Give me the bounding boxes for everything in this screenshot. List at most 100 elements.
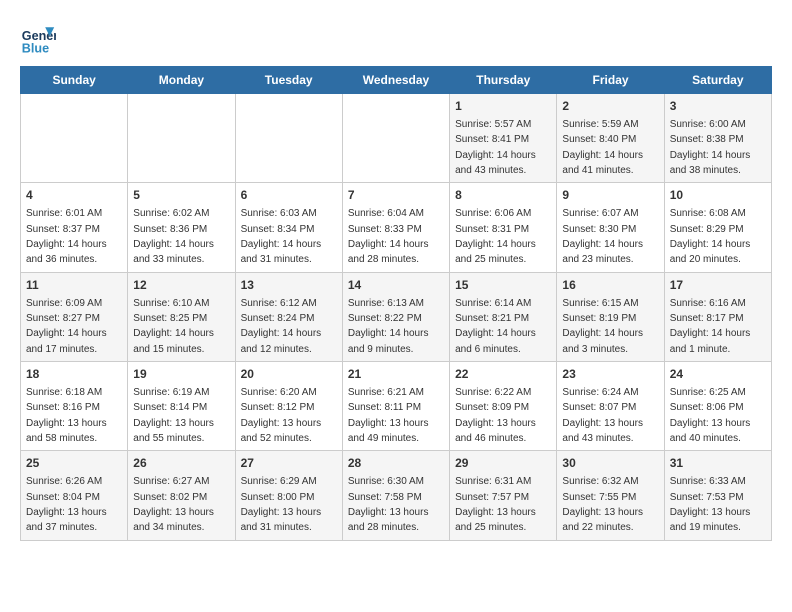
day-info: Sunrise: 5:57 AM Sunset: 8:41 PM Dayligh… [455, 119, 536, 176]
day-info: Sunrise: 6:10 AM Sunset: 8:25 PM Dayligh… [133, 298, 214, 355]
day-info: Sunrise: 6:29 AM Sunset: 8:00 PM Dayligh… [241, 476, 322, 533]
calendar-cell [21, 94, 128, 183]
day-number: 24 [670, 366, 766, 383]
calendar-cell: 6 Sunrise: 6:03 AM Sunset: 8:34 PM Daylig… [235, 183, 342, 272]
day-info: Sunrise: 6:08 AM Sunset: 8:29 PM Dayligh… [670, 208, 751, 265]
calendar-cell [235, 94, 342, 183]
logo: General Blue [20, 20, 56, 56]
calendar-cell: 19 Sunrise: 6:19 AM Sunset: 8:14 PM Dayli… [128, 362, 235, 451]
day-number: 31 [670, 455, 766, 472]
calendar-cell: 13 Sunrise: 6:12 AM Sunset: 8:24 PM Dayli… [235, 272, 342, 361]
calendar-cell [128, 94, 235, 183]
day-number: 9 [562, 187, 658, 204]
day-info: Sunrise: 6:31 AM Sunset: 7:57 PM Dayligh… [455, 476, 536, 533]
header: General Blue [20, 20, 772, 56]
calendar-cell: 9 Sunrise: 6:07 AM Sunset: 8:30 PM Daylig… [557, 183, 664, 272]
calendar-cell: 30 Sunrise: 6:32 AM Sunset: 7:55 PM Dayli… [557, 451, 664, 540]
calendar-cell: 25 Sunrise: 6:26 AM Sunset: 8:04 PM Dayli… [21, 451, 128, 540]
calendar-cell: 3 Sunrise: 6:00 AM Sunset: 8:38 PM Daylig… [664, 94, 771, 183]
calendar-cell: 31Sunrise: 6:33 AM Sunset: 7:53 PM Dayli… [664, 451, 771, 540]
day-info: Sunrise: 6:24 AM Sunset: 8:07 PM Dayligh… [562, 387, 643, 444]
day-info: Sunrise: 6:18 AM Sunset: 8:16 PM Dayligh… [26, 387, 107, 444]
day-info: Sunrise: 6:13 AM Sunset: 8:22 PM Dayligh… [348, 298, 429, 355]
day-number: 23 [562, 366, 658, 383]
day-info: Sunrise: 6:09 AM Sunset: 8:27 PM Dayligh… [26, 298, 107, 355]
day-info: Sunrise: 6:21 AM Sunset: 8:11 PM Dayligh… [348, 387, 429, 444]
calendar-cell: 16 Sunrise: 6:15 AM Sunset: 8:19 PM Dayli… [557, 272, 664, 361]
day-number: 30 [562, 455, 658, 472]
calendar-cell: 17 Sunrise: 6:16 AM Sunset: 8:17 PM Dayli… [664, 272, 771, 361]
calendar-cell [342, 94, 449, 183]
day-info: Sunrise: 6:20 AM Sunset: 8:12 PM Dayligh… [241, 387, 322, 444]
calendar-cell: 5 Sunrise: 6:02 AM Sunset: 8:36 PM Daylig… [128, 183, 235, 272]
day-number: 21 [348, 366, 444, 383]
day-number: 10 [670, 187, 766, 204]
day-info: Sunrise: 6:02 AM Sunset: 8:36 PM Dayligh… [133, 208, 214, 265]
day-header-thursday: Thursday [450, 67, 557, 94]
calendar-cell: 27 Sunrise: 6:29 AM Sunset: 8:00 PM Dayli… [235, 451, 342, 540]
day-info: Sunrise: 6:30 AM Sunset: 7:58 PM Dayligh… [348, 476, 429, 533]
day-number: 6 [241, 187, 337, 204]
day-header-tuesday: Tuesday [235, 67, 342, 94]
svg-text:Blue: Blue [22, 41, 49, 55]
day-info: Sunrise: 6:06 AM Sunset: 8:31 PM Dayligh… [455, 208, 536, 265]
day-number: 15 [455, 277, 551, 294]
day-info: Sunrise: 6:12 AM Sunset: 8:24 PM Dayligh… [241, 298, 322, 355]
day-number: 14 [348, 277, 444, 294]
day-info: Sunrise: 6:25 AM Sunset: 8:06 PM Dayligh… [670, 387, 751, 444]
calendar-cell: 1 Sunrise: 5:57 AM Sunset: 8:41 PM Daylig… [450, 94, 557, 183]
day-info: Sunrise: 6:19 AM Sunset: 8:14 PM Dayligh… [133, 387, 214, 444]
day-number: 1 [455, 98, 551, 115]
day-info: Sunrise: 6:01 AM Sunset: 8:37 PM Dayligh… [26, 208, 107, 265]
day-number: 11 [26, 277, 122, 294]
day-number: 26 [133, 455, 229, 472]
day-info: Sunrise: 5:59 AM Sunset: 8:40 PM Dayligh… [562, 119, 643, 176]
day-number: 3 [670, 98, 766, 115]
day-info: Sunrise: 6:04 AM Sunset: 8:33 PM Dayligh… [348, 208, 429, 265]
day-number: 2 [562, 98, 658, 115]
day-info: Sunrise: 6:14 AM Sunset: 8:21 PM Dayligh… [455, 298, 536, 355]
day-info: Sunrise: 6:27 AM Sunset: 8:02 PM Dayligh… [133, 476, 214, 533]
day-info: Sunrise: 6:22 AM Sunset: 8:09 PM Dayligh… [455, 387, 536, 444]
calendar-cell: 7 Sunrise: 6:04 AM Sunset: 8:33 PM Daylig… [342, 183, 449, 272]
day-number: 5 [133, 187, 229, 204]
day-number: 16 [562, 277, 658, 294]
day-info: Sunrise: 6:03 AM Sunset: 8:34 PM Dayligh… [241, 208, 322, 265]
day-info: Sunrise: 6:15 AM Sunset: 8:19 PM Dayligh… [562, 298, 643, 355]
calendar-cell: 18 Sunrise: 6:18 AM Sunset: 8:16 PM Dayli… [21, 362, 128, 451]
day-number: 4 [26, 187, 122, 204]
day-number: 17 [670, 277, 766, 294]
day-number: 18 [26, 366, 122, 383]
day-info: Sunrise: 6:00 AM Sunset: 8:38 PM Dayligh… [670, 119, 751, 176]
calendar-cell: 15 Sunrise: 6:14 AM Sunset: 8:21 PM Dayli… [450, 272, 557, 361]
day-info: Sunrise: 6:07 AM Sunset: 8:30 PM Dayligh… [562, 208, 643, 265]
day-number: 20 [241, 366, 337, 383]
day-number: 19 [133, 366, 229, 383]
day-number: 7 [348, 187, 444, 204]
calendar-cell: 2 Sunrise: 5:59 AM Sunset: 8:40 PM Daylig… [557, 94, 664, 183]
day-number: 27 [241, 455, 337, 472]
day-number: 12 [133, 277, 229, 294]
day-number: 22 [455, 366, 551, 383]
calendar-cell: 12 Sunrise: 6:10 AM Sunset: 8:25 PM Dayli… [128, 272, 235, 361]
day-header-friday: Friday [557, 67, 664, 94]
calendar-cell: 29 Sunrise: 6:31 AM Sunset: 7:57 PM Dayli… [450, 451, 557, 540]
day-number: 8 [455, 187, 551, 204]
calendar-cell: 22 Sunrise: 6:22 AM Sunset: 8:09 PM Dayli… [450, 362, 557, 451]
calendar-cell: 21 Sunrise: 6:21 AM Sunset: 8:11 PM Dayli… [342, 362, 449, 451]
day-info: Sunrise: 6:32 AM Sunset: 7:55 PM Dayligh… [562, 476, 643, 533]
calendar-cell: 20 Sunrise: 6:20 AM Sunset: 8:12 PM Dayli… [235, 362, 342, 451]
calendar-cell: 28 Sunrise: 6:30 AM Sunset: 7:58 PM Dayli… [342, 451, 449, 540]
calendar-cell: 23 Sunrise: 6:24 AM Sunset: 8:07 PM Dayli… [557, 362, 664, 451]
calendar-cell: 26 Sunrise: 6:27 AM Sunset: 8:02 PM Dayli… [128, 451, 235, 540]
day-info: Sunrise: 6:16 AM Sunset: 8:17 PM Dayligh… [670, 298, 751, 355]
day-number: 28 [348, 455, 444, 472]
day-info: Sunrise: 6:26 AM Sunset: 8:04 PM Dayligh… [26, 476, 107, 533]
day-number: 29 [455, 455, 551, 472]
calendar-cell: 11 Sunrise: 6:09 AM Sunset: 8:27 PM Dayli… [21, 272, 128, 361]
calendar-cell: 4 Sunrise: 6:01 AM Sunset: 8:37 PM Daylig… [21, 183, 128, 272]
day-header-sunday: Sunday [21, 67, 128, 94]
day-number: 13 [241, 277, 337, 294]
calendar-cell: 8 Sunrise: 6:06 AM Sunset: 8:31 PM Daylig… [450, 183, 557, 272]
day-number: 25 [26, 455, 122, 472]
